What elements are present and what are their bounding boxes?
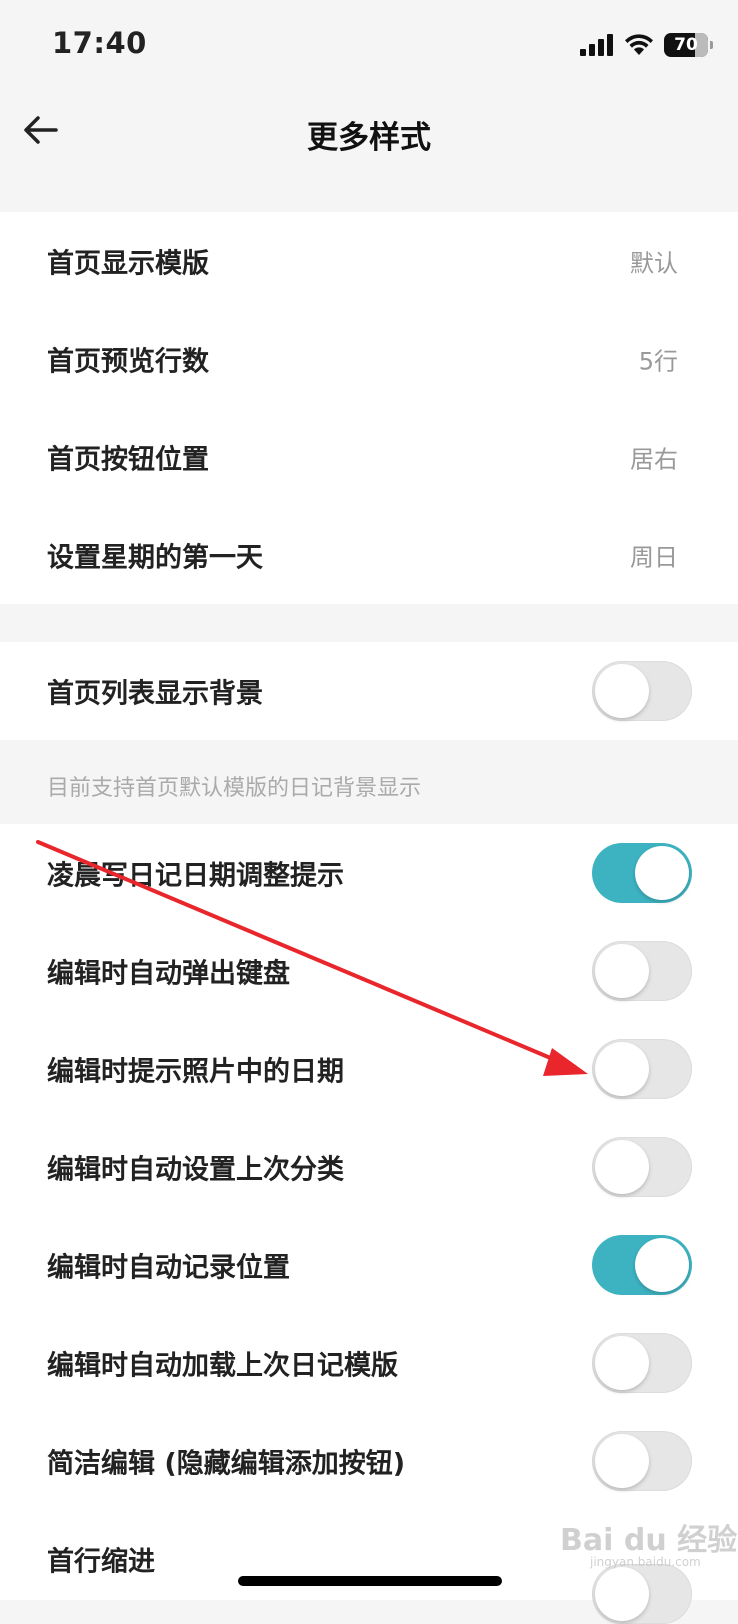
- setting-label: 首页列表显示背景: [47, 678, 263, 710]
- setting-row-simple-edit: 简洁编辑 (隐藏编辑添加按钮): [0, 1412, 738, 1510]
- home-indicator: [238, 1576, 502, 1586]
- toggle-switch[interactable]: [592, 1137, 692, 1197]
- setting-label: 编辑时自动记录位置: [47, 1252, 290, 1284]
- watermark-text: Bai du 经验: [560, 1523, 738, 1558]
- wifi-icon: [625, 34, 653, 55]
- toggle-switch[interactable]: [592, 941, 692, 1001]
- battery-level: 70: [674, 35, 698, 55]
- toggle-knob: [595, 1042, 649, 1096]
- setting-row-last-category: 编辑时自动设置上次分类: [0, 1118, 738, 1216]
- toggle-switch[interactable]: [592, 843, 692, 903]
- setting-row-preview-lines[interactable]: 首页预览行数 5行: [0, 310, 738, 408]
- toggle-knob: [595, 1434, 649, 1488]
- setting-row-record-location: 编辑时自动记录位置: [0, 1216, 738, 1314]
- page-title: 更多样式: [307, 120, 431, 156]
- setting-row-last-template: 编辑时自动加载上次日记模版: [0, 1314, 738, 1412]
- hint-text: 目前支持首页默认模版的日记背景显示: [47, 776, 422, 801]
- setting-value: 周日: [630, 543, 678, 572]
- setting-label: 凌晨写日记日期调整提示: [47, 860, 344, 892]
- setting-row-list-background: 首页列表显示背景: [0, 642, 738, 740]
- toggle-switch[interactable]: [592, 661, 692, 721]
- setting-label: 简洁编辑 (隐藏编辑添加按钮): [47, 1448, 406, 1480]
- setting-row-auto-keyboard: 编辑时自动弹出键盘: [0, 922, 738, 1020]
- setting-value: 5行: [638, 347, 678, 376]
- toggle-knob: [635, 846, 689, 900]
- setting-row-home-template[interactable]: 首页显示模版 默认: [0, 212, 738, 310]
- setting-row-button-position[interactable]: 首页按钮位置 居右: [0, 408, 738, 506]
- setting-label: 编辑时自动加载上次日记模版: [47, 1350, 398, 1382]
- signal-icon: [580, 34, 613, 56]
- toggle-knob: [595, 944, 649, 998]
- toggle-knob: [635, 1238, 689, 1292]
- setting-label: 设置星期的第一天: [47, 542, 263, 574]
- setting-label: 编辑时自动设置上次分类: [47, 1154, 344, 1186]
- setting-label: 首页按钮位置: [47, 444, 209, 476]
- setting-row-photo-date-hint: 编辑时提示照片中的日期: [0, 1020, 738, 1118]
- setting-label: 首页显示模版: [47, 248, 209, 280]
- setting-label: 编辑时自动弹出键盘: [47, 958, 290, 990]
- settings-group-editing: 凌晨写日记日期调整提示 编辑时自动弹出键盘 编辑时提示照片中的日期 编辑时自动设…: [0, 824, 738, 1624]
- battery-icon: 70: [664, 33, 713, 57]
- nav-bar: 更多样式: [0, 90, 738, 200]
- status-time: 17:40: [52, 26, 147, 60]
- toggle-knob: [595, 664, 649, 718]
- setting-label: 首页预览行数: [47, 346, 209, 378]
- setting-value: 默认: [630, 249, 678, 278]
- toggle-switch[interactable]: [592, 1431, 692, 1491]
- setting-label: 编辑时提示照片中的日期: [47, 1056, 344, 1088]
- toggle-switch[interactable]: [592, 1564, 692, 1624]
- setting-label: 首行缩进: [47, 1546, 155, 1578]
- setting-row-late-night-date: 凌晨写日记日期调整提示: [0, 824, 738, 922]
- toggle-knob: [595, 1140, 649, 1194]
- setting-row-first-weekday[interactable]: 设置星期的第一天 周日: [0, 506, 738, 604]
- toggle-switch[interactable]: [592, 1333, 692, 1393]
- toggle-switch[interactable]: [592, 1235, 692, 1295]
- toggle-switch[interactable]: [592, 1039, 692, 1099]
- baidu-watermark: Bai du 经验 jingyan.baidu.com: [560, 1515, 737, 1569]
- settings-group-display: 首页显示模版 默认 首页预览行数 5行 首页按钮位置 居右 设置星期的第一天 周…: [0, 212, 738, 604]
- setting-value: 居右: [630, 445, 678, 474]
- status-bar: 17:40 70: [0, 0, 738, 90]
- settings-group-background: 首页列表显示背景: [0, 642, 738, 740]
- toggle-knob: [595, 1567, 649, 1621]
- toggle-knob: [595, 1336, 649, 1390]
- status-icons: 70: [580, 30, 713, 60]
